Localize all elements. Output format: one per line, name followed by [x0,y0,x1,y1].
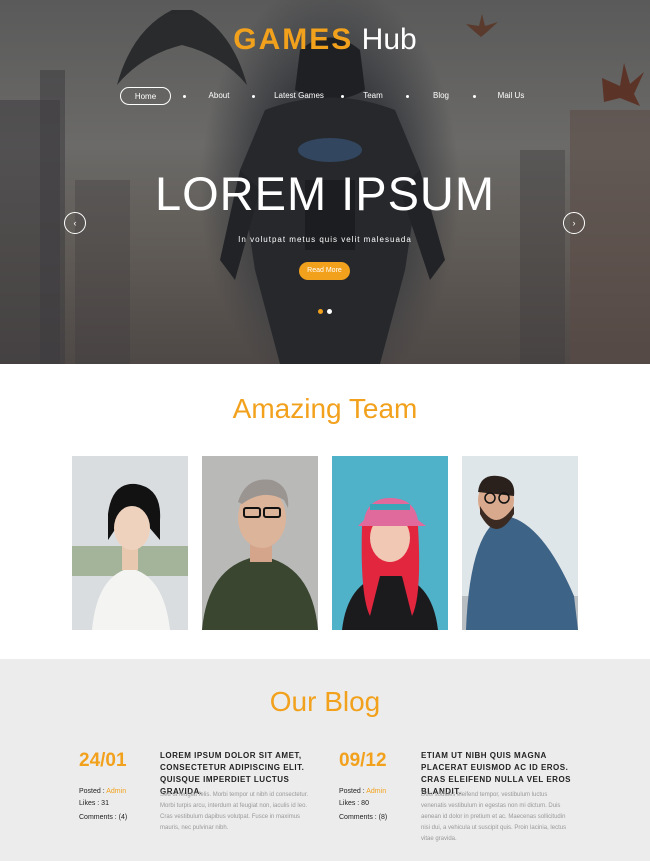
nav-separator [252,94,255,98]
woman-red-hair-cap-photo [332,456,448,630]
nav-mail-us[interactable]: Mail Us [496,87,526,105]
hero-banner: GAMES Hub Home About Latest Games Team B… [0,0,650,364]
post-author-link[interactable]: Admin [106,788,126,795]
nav-team[interactable]: Team [362,87,384,105]
nav-separator [183,94,186,98]
dragon-icon [602,63,644,106]
nav-about[interactable]: About [206,87,232,105]
post-comments[interactable]: Comments : (8) [339,812,387,824]
slider-dots [318,309,332,314]
posted-label: Posted : [79,788,105,795]
post-date: 09/12 [339,750,387,771]
team-member-3[interactable] [332,456,448,630]
main-nav: Home About Latest Games Team Blog Mail U… [120,87,526,105]
read-more-button[interactable]: Read More [299,262,350,280]
slider-dot-2[interactable] [327,309,332,314]
logo-games: GAMES [233,23,354,56]
blog-section-title: Our Blog [269,686,381,717]
posted-label: Posted : [339,788,365,795]
team-member-1[interactable] [72,456,188,630]
team-section-title: Amazing Team [232,393,418,424]
post-date: 24/01 [79,750,127,771]
post-comments[interactable]: Comments : (4) [79,812,127,824]
post-author-link[interactable]: Admin [366,788,386,795]
post-author-line: Posted : Admin [339,786,387,798]
hero-subtitle: In volutpat metus quis velit malesuada [238,235,412,244]
nav-separator [341,94,344,98]
nav-separator [473,94,476,98]
post-excerpt: Duis sodales eleifend tempor, vestibulum… [421,792,567,842]
site-logo[interactable]: GAMES Hub [0,22,650,58]
post-likes: Likes : 80 [339,800,369,807]
team-member-2[interactable] [202,456,318,630]
team-member-4[interactable] [462,456,578,630]
bearded-man-denim-shirt-photo [462,456,578,630]
post-meta: Posted : Admin Likes : 31 Comments : (4) [79,786,127,824]
post-meta: Posted : Admin Likes : 80 Comments : (8) [339,786,387,824]
post-author-line: Posted : Admin [79,786,127,798]
nav-separator [406,94,409,98]
woman-white-dress-photo [72,456,188,630]
logo-hub: Hub [361,23,417,56]
hero-title: LOREM IPSUM [154,167,496,220]
nav-blog[interactable]: Blog [431,87,451,105]
nav-latest-games[interactable]: Latest Games [273,87,325,105]
post-excerpt: Sed ut feugiat felis. Morbi tempor ut ni… [160,792,309,831]
slider-dot-1[interactable] [318,309,323,314]
post-likes: Likes : 31 [79,800,109,807]
man-glasses-green-polo-photo [202,456,318,630]
nav-home[interactable]: Home [120,87,171,105]
